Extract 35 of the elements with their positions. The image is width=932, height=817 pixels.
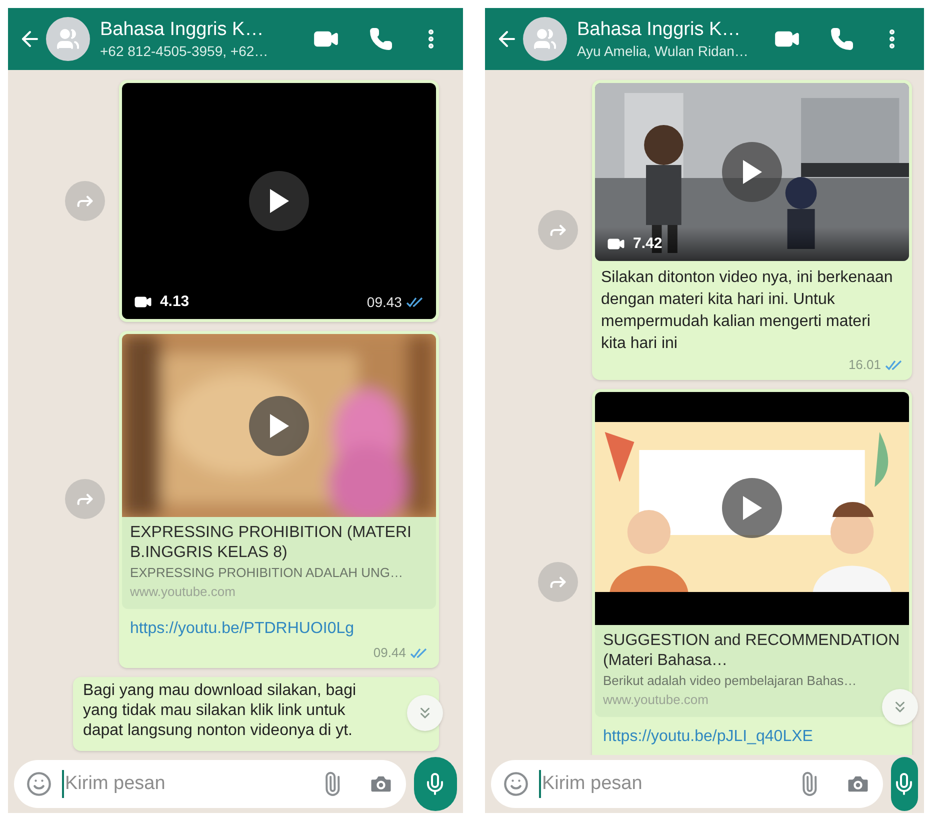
chat-title[interactable]: Bahasa Inggris K… — [100, 18, 313, 42]
message-time: 09.43 — [366, 292, 402, 312]
group-icon — [532, 27, 557, 51]
video-duration: 4.13 — [160, 292, 190, 312]
microphone-button[interactable] — [890, 757, 918, 811]
link-title: EXPRESSING PROHIBITION (MATERI B.INGGRIS KELAS 8) — [130, 523, 412, 563]
emoji-icon[interactable] — [502, 771, 529, 797]
message-text: Silakan ditonton video nya, ini berkenaan dengan materi kita hari ini. Untuk mempermudah kalian mengerti materi kita hari ini — [601, 268, 894, 354]
link-preview-card[interactable]: SUGGESTION and RECOMMENDATION (Materi Bahasa… Berikut adalah video pembelajaran Bahas… www.youtube.com — [595, 392, 909, 716]
link-domain: www.youtube.com — [130, 583, 236, 601]
emoji-icon[interactable] — [26, 771, 52, 797]
chat-subtitle: +62 812-4505-3959, +62… — [100, 42, 270, 60]
chat-title[interactable]: Bahasa Inggris K… — [576, 18, 774, 42]
link-domain: www.youtube.com — [603, 690, 710, 708]
phone-call-icon[interactable] — [830, 27, 854, 51]
chat-subtitle: Ayu Amelia, Wulan Ridan… — [576, 42, 750, 60]
link-description: EXPRESSING PROHIBITION ADALAH UNG… — [130, 564, 404, 582]
microphone-button[interactable] — [414, 757, 457, 811]
message-time: 09.44 — [373, 644, 406, 662]
message-field[interactable]: Kirim pesan — [490, 760, 883, 808]
link-preview-card[interactable]: EXPRESSING PROHIBITION (MATERI B.INGGRIS KELAS 8) EXPRESSING PROHIBITION ADALAH UNG… www.youtube.com — [122, 334, 436, 609]
message-text: Bagi yang mau download silakan, bagi yang tidak mau silakan klik link untuk dapat langsung nonton videonya di yt. — [82, 680, 358, 740]
group-avatar[interactable] — [522, 17, 567, 61]
link-title: SUGGESTION and RECOMMENDATION (Materi Bahasa… — [603, 630, 901, 670]
message-time: 16.01 — [848, 356, 881, 374]
group-avatar[interactable] — [46, 17, 90, 61]
message-field[interactable]: Kirim pesan — [14, 760, 406, 808]
link-description: Berikut adalah video pembelajaran Bahas… — [603, 672, 858, 690]
play-icon — [740, 158, 764, 186]
group-icon — [56, 27, 80, 51]
video-thumbnail[interactable]: 7.42 — [595, 83, 909, 261]
video-thumbnail[interactable]: 4.13 09.43 — [122, 83, 436, 319]
video-duration: 7.42 — [633, 234, 662, 254]
phone-call-icon[interactable] — [368, 27, 393, 51]
play-icon — [740, 494, 764, 522]
